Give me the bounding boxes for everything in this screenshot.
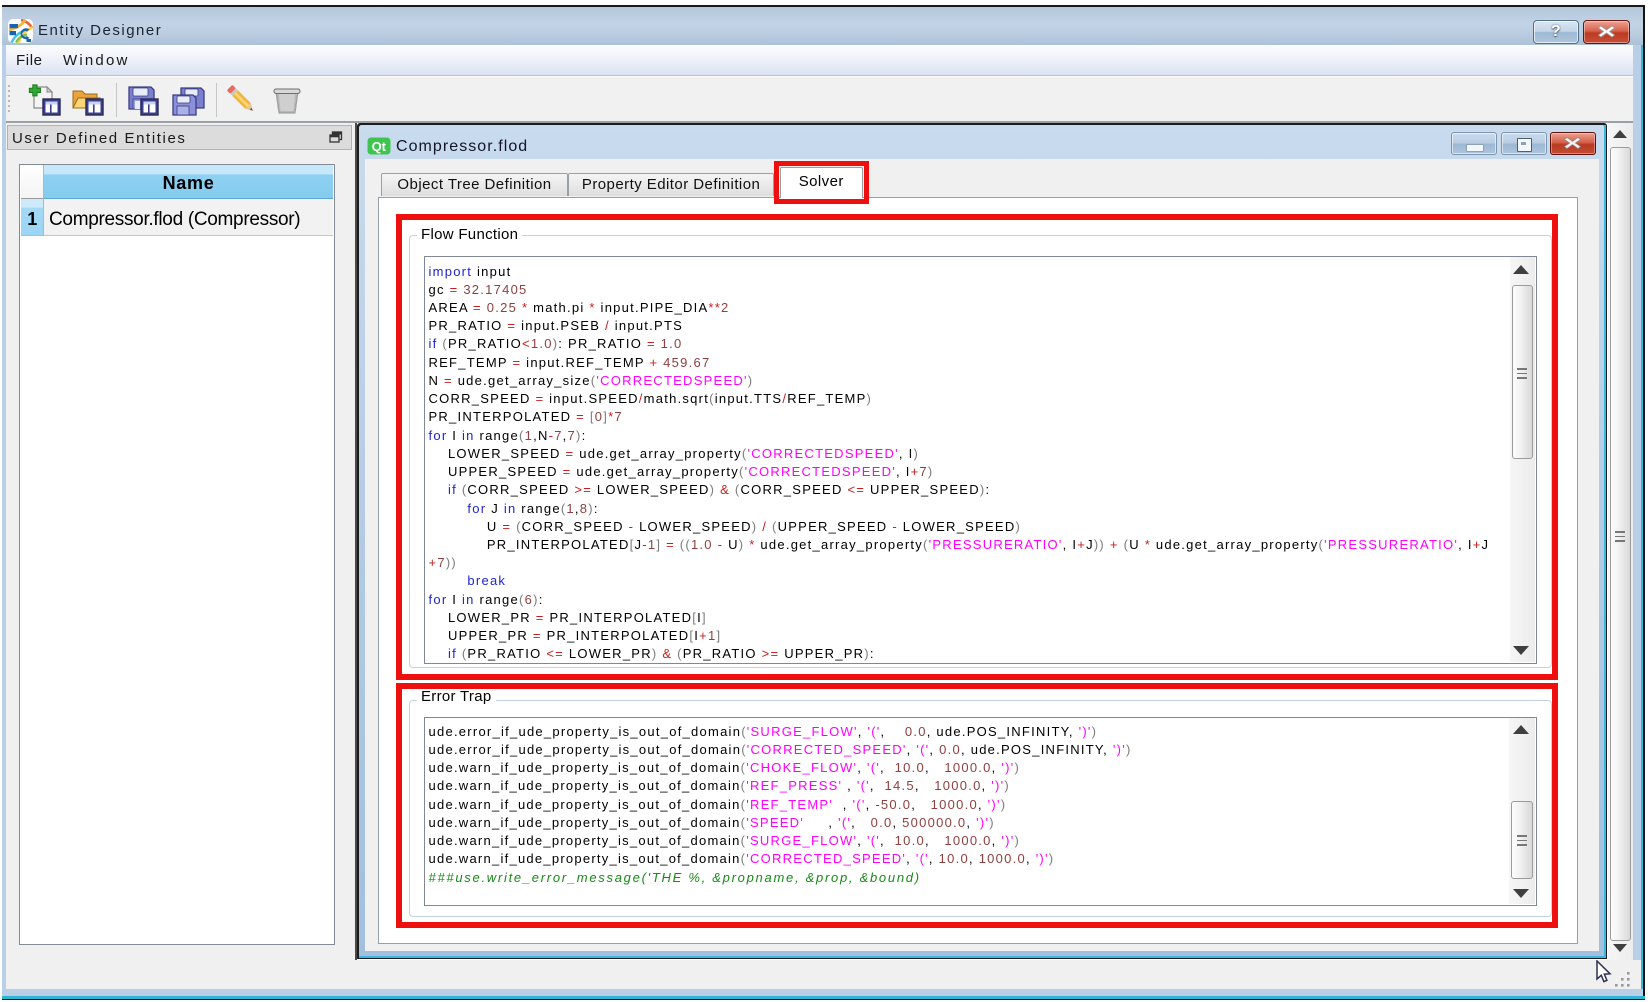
svg-text:Qt: Qt — [372, 138, 387, 153]
